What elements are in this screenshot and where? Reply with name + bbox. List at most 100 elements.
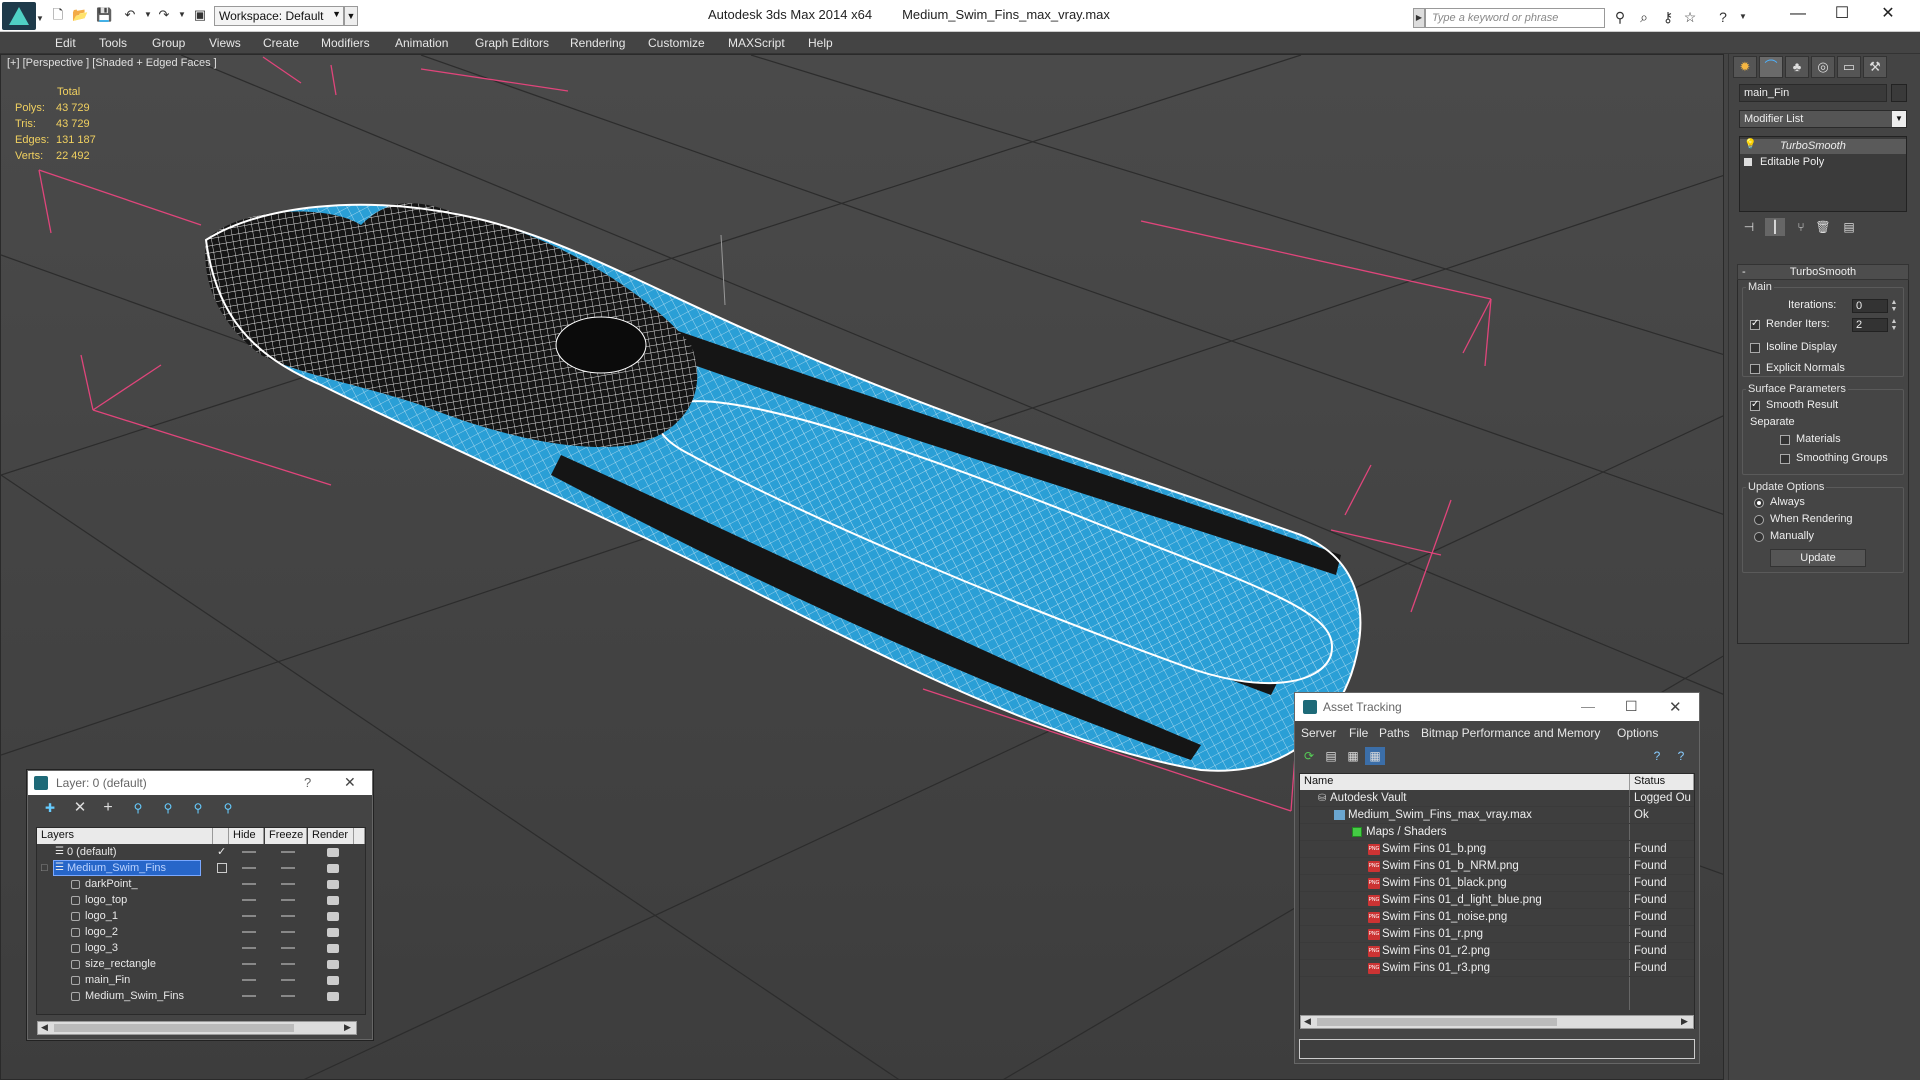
freeze-toggle[interactable] (281, 931, 295, 933)
asset-row-png[interactable]: PNG Swim Fins 01_noise.png Found (1300, 909, 1694, 926)
column-current[interactable] (213, 828, 229, 844)
add-to-layer-icon[interactable]: + (98, 799, 118, 817)
freeze-toggle[interactable] (281, 867, 295, 869)
app-logo-icon[interactable] (2, 2, 36, 30)
layer-window-titlebar[interactable]: Layer: 0 (default) ? ✕ (28, 771, 372, 795)
scroll-right-icon[interactable]: ▶ (344, 1022, 351, 1033)
render-teapot-icon[interactable] (327, 912, 339, 921)
hide-toggle[interactable] (242, 947, 256, 949)
horizontal-scrollbar[interactable]: ◀ ▶ (1300, 1015, 1694, 1029)
asset-row-png[interactable]: PNG Swim Fins 01_r3.png Found (1300, 960, 1694, 977)
new-file-icon[interactable]: 🗋 (50, 7, 66, 23)
freeze-toggle[interactable] (281, 851, 295, 853)
render-teapot-icon[interactable] (327, 928, 339, 937)
scroll-right-icon[interactable]: ▶ (1681, 1016, 1688, 1027)
freeze-toggle[interactable] (281, 963, 295, 965)
hide-toggle[interactable] (242, 851, 256, 853)
asset-row-png[interactable]: PNG Swim Fins 01_b_NRM.png Found (1300, 858, 1694, 875)
freeze-all-icon[interactable]: ⚲ (218, 799, 238, 817)
current-layer-check-icon[interactable]: ✓ (217, 844, 226, 860)
always-radio[interactable] (1754, 498, 1764, 508)
scroll-thumb[interactable] (54, 1024, 294, 1032)
freeze-toggle[interactable] (281, 899, 295, 901)
column-freeze[interactable]: Freeze (265, 828, 307, 844)
menu-edit[interactable]: Edit (55, 36, 76, 50)
horizontal-scrollbar[interactable]: ◀ ▶ (37, 1021, 357, 1035)
menu-maxscript[interactable]: MAXScript (728, 36, 785, 50)
utilities-tab-icon[interactable]: ⚒ (1863, 56, 1887, 78)
hide-toggle[interactable] (242, 915, 256, 917)
asset-window-titlebar[interactable]: Asset Tracking — ☐ ✕ (1295, 693, 1699, 721)
open-file-icon[interactable]: 📂 (72, 7, 88, 23)
menu-customize[interactable]: Customize (648, 36, 705, 50)
collapse-icon[interactable]: □ (41, 860, 49, 876)
object-color-swatch[interactable] (1891, 84, 1907, 102)
scroll-left-icon[interactable]: ◀ (1304, 1016, 1311, 1027)
object-row[interactable]: logo_3 (37, 940, 365, 956)
menu-options[interactable]: Options (1617, 726, 1658, 740)
menu-create[interactable]: Create (263, 36, 299, 50)
pin-stack-icon[interactable]: ⊣ (1739, 218, 1759, 236)
close-icon[interactable]: ✕ (344, 774, 356, 791)
menu-animation[interactable]: Animation (395, 36, 448, 50)
menu-views[interactable]: Views (209, 36, 241, 50)
spinner-arrows-icon[interactable]: ▲ ▼ (1890, 299, 1898, 313)
hide-toggle[interactable] (242, 899, 256, 901)
hide-toggle[interactable] (242, 979, 256, 981)
minimize-icon[interactable]: — (1581, 698, 1595, 714)
help-icon[interactable]: ? (1714, 8, 1732, 26)
materials-checkbox[interactable] (1780, 435, 1790, 445)
asset-row-max-file[interactable]: Medium_Swim_Fins_max_vray.max Ok (1300, 807, 1694, 824)
column-hide[interactable]: Hide (229, 828, 264, 844)
redo-icon[interactable]: ↷ (156, 7, 172, 23)
menu-bitmap-performance[interactable]: Bitmap Performance and Memory (1421, 726, 1600, 740)
refresh-icon[interactable]: ⟳ (1299, 747, 1319, 765)
binoculars-icon[interactable]: ⚲ (1611, 8, 1629, 26)
object-row[interactable]: darkPoint_ (37, 876, 365, 892)
render-iters-spinner[interactable]: 2 (1852, 318, 1888, 332)
render-teapot-icon[interactable] (327, 944, 339, 953)
search-icon[interactable]: ⌕ (1635, 8, 1653, 26)
render-teapot-icon[interactable] (327, 896, 339, 905)
object-row[interactable]: main_Fin (37, 972, 365, 988)
redo-dropdown-icon[interactable]: ▼ (174, 7, 190, 23)
render-teapot-icon[interactable] (327, 880, 339, 889)
object-name-input[interactable]: main_Fin (1739, 84, 1887, 102)
menu-paths[interactable]: Paths (1379, 726, 1410, 740)
column-layers[interactable]: Layers (37, 828, 213, 844)
detail-view-icon[interactable]: ▦ (1343, 747, 1363, 765)
asset-row-png[interactable]: PNG Swim Fins 01_r2.png Found (1300, 943, 1694, 960)
menu-group[interactable]: Group (152, 36, 185, 50)
freeze-toggle[interactable] (281, 883, 295, 885)
modify-tab-icon[interactable]: ⌒ (1759, 56, 1783, 78)
render-teapot-icon[interactable] (327, 976, 339, 985)
light-bulb-icon[interactable]: 💡 (1744, 139, 1756, 150)
asset-row-png[interactable]: PNG Swim Fins 01_d_light_blue.png Found (1300, 892, 1694, 909)
hide-toggle[interactable] (242, 931, 256, 933)
maximize-icon[interactable]: ☐ (1625, 698, 1638, 715)
search-input[interactable]: Type a keyword or phrase (1425, 8, 1605, 28)
scroll-thumb[interactable] (1317, 1018, 1557, 1026)
hide-toggle[interactable] (242, 867, 256, 869)
display-tab-icon[interactable]: ▭ (1837, 56, 1861, 78)
manually-radio[interactable] (1754, 532, 1764, 542)
expand-icon[interactable] (1744, 158, 1752, 166)
modifier-stack[interactable]: 💡 TurboSmooth Editable Poly (1739, 136, 1907, 212)
spinner-arrows-icon[interactable]: ▲ ▼ (1890, 318, 1898, 332)
object-row[interactable]: logo_top (37, 892, 365, 908)
help-dropdown-icon[interactable]: ▼ (1734, 8, 1752, 26)
select-objects-icon[interactable]: ⚲ (128, 799, 148, 817)
hide-all-icon[interactable]: ⚲ (188, 799, 208, 817)
menu-modifiers[interactable]: Modifiers (321, 36, 370, 50)
menu-graph-editors[interactable]: Graph Editors (475, 36, 549, 50)
search-expand-icon[interactable]: ▶ (1413, 8, 1425, 28)
modifier-list-dropdown[interactable]: Modifier List ▼ (1739, 110, 1907, 128)
menu-file[interactable]: File (1349, 726, 1368, 740)
scroll-left-icon[interactable]: ◀ (41, 1022, 48, 1033)
iterations-spinner[interactable]: 0 (1852, 299, 1888, 313)
hierarchy-tab-icon[interactable]: ♣ (1785, 56, 1809, 78)
minimize-icon[interactable]: — (1776, 2, 1820, 26)
make-unique-icon[interactable]: ⑂ (1791, 218, 1811, 236)
remove-modifier-icon[interactable]: 🗑 (1813, 218, 1833, 236)
explicit-normals-checkbox[interactable] (1750, 364, 1760, 374)
